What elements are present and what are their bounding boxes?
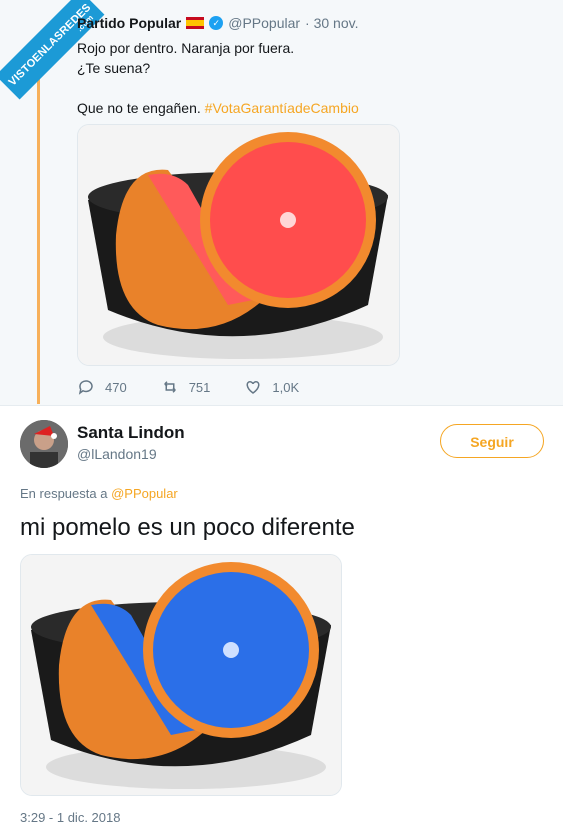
avatar-illustration	[20, 420, 68, 468]
retweet-count: 751	[188, 379, 211, 395]
tweet2-author-name[interactable]: Santa Lindon	[77, 423, 185, 443]
tweet2-image[interactable]	[20, 554, 342, 796]
reply-count: 470	[105, 379, 127, 395]
tweet2-handle[interactable]: @lLandon19	[77, 446, 157, 462]
tweet1-header: Partido Popular ✓ @PPopular · 30 nov.	[77, 15, 358, 31]
heart-icon	[246, 380, 260, 394]
tweet1-line: Rojo por dentro. Naranja por fuera.	[77, 40, 295, 56]
tweet1-line: ¿Te suena?	[77, 60, 151, 76]
reply-prefix: En respuesta a	[20, 486, 108, 501]
tweet1-line-last: Que no te engañen. #VotaGarantíadeCambio	[77, 98, 359, 118]
retweet-icon	[163, 381, 176, 393]
tweet1-hashtag[interactable]: #VotaGarantíadeCambio	[205, 100, 359, 116]
avatar[interactable]	[20, 420, 68, 468]
retweet-action[interactable]: 751	[161, 378, 211, 396]
tweet1-actions: 470 751 1,0K	[77, 378, 299, 396]
follow-button[interactable]: Seguir	[440, 424, 544, 458]
verified-icon: ✓	[209, 16, 224, 30]
tweet2-timestamp[interactable]: 3:29 - 1 dic. 2018	[20, 810, 120, 825]
reply-icon	[78, 380, 93, 395]
like-action[interactable]: 1,0K	[244, 378, 299, 396]
like-count: 1,0K	[272, 379, 300, 395]
tweet2-text: mi pomelo es un poco diferente	[20, 514, 355, 541]
tweet1-author-name[interactable]: Partido Popular	[77, 15, 181, 31]
blue-grapefruit-illustration	[21, 555, 341, 795]
tweet1-date[interactable]: · 30 nov.	[305, 15, 358, 31]
thread-line	[37, 34, 40, 404]
tweet1-text: Rojo por dentro. Naranja por fuera. ¿Te …	[77, 38, 359, 118]
tweet1-line: Que no te engañen.	[77, 100, 201, 116]
reply-handle-link[interactable]: @PPopular	[111, 486, 178, 501]
tweet1-handle[interactable]: @PPopular	[228, 15, 300, 31]
reply-context: En respuesta a @PPopular	[20, 486, 178, 501]
tweet1-image[interactable]	[77, 124, 400, 366]
reply-action[interactable]: 470	[77, 378, 127, 396]
tweet1-line	[77, 78, 359, 98]
spain-flag-icon	[186, 17, 205, 29]
red-grapefruit-illustration	[78, 125, 399, 365]
